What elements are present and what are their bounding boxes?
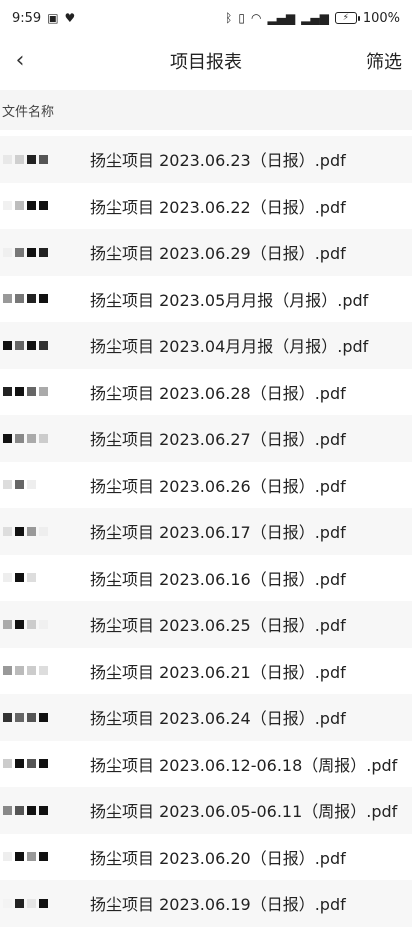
- file-thumbnail: [0, 841, 86, 873]
- file-row[interactable]: 扬尘项目 2023.06.25（日报）.pdf: [0, 601, 412, 648]
- file-name: 扬尘项目 2023.06.27（日报）.pdf: [90, 430, 346, 450]
- file-row[interactable]: 扬尘项目 2023.06.12-06.18（周报）.pdf: [0, 741, 412, 788]
- file-thumbnail: [0, 887, 86, 919]
- file-thumbnail: [0, 143, 86, 175]
- status-time: 9:59: [12, 10, 42, 26]
- file-row[interactable]: 扬尘项目 2023.06.27（日报）.pdf: [0, 415, 412, 462]
- page-title: 项目报表: [170, 52, 242, 73]
- file-row[interactable]: 扬尘项目 2023.06.22（日报）.pdf: [0, 183, 412, 230]
- bluetooth-icon: ᛒ: [225, 11, 233, 25]
- section-header: 文件名称: [0, 90, 412, 130]
- file-name: 扬尘项目 2023.06.20（日报）.pdf: [90, 848, 346, 868]
- file-name: 扬尘项目 2023.06.24（日报）.pdf: [90, 709, 346, 729]
- notification-icon: ▣: [47, 11, 59, 25]
- file-thumbnail: [0, 236, 86, 268]
- status-right: ᛒ ▯ ◠ ▂▄▆ ▂▄▆ ⚡ 100%: [225, 11, 412, 26]
- file-name: 扬尘项目 2023.06.26（日报）.pdf: [90, 476, 346, 496]
- file-row[interactable]: 扬尘项目 2023.06.26（日报）.pdf: [0, 462, 412, 509]
- file-thumbnail: [0, 329, 86, 361]
- file-row[interactable]: 扬尘项目 2023.06.29（日报）.pdf: [0, 229, 412, 276]
- status-left: 9:59 ▣ ♥: [0, 11, 75, 26]
- battery-icon: ⚡: [334, 12, 360, 24]
- file-name: 扬尘项目 2023.06.29（日报）.pdf: [90, 244, 346, 264]
- file-name: 扬尘项目 2023.06.12-06.18（周报）.pdf: [90, 755, 398, 775]
- chevron-left-icon: ‹: [15, 47, 25, 73]
- file-row[interactable]: 扬尘项目 2023.06.05-06.11（周报）.pdf: [0, 787, 412, 834]
- file-thumbnail: [0, 376, 86, 408]
- file-name: 扬尘项目 2023.06.21（日报）.pdf: [90, 662, 346, 682]
- file-thumbnail: [0, 608, 86, 640]
- filter-button[interactable]: 筛选: [366, 48, 402, 74]
- back-button[interactable]: ‹: [6, 46, 34, 74]
- file-name: 扬尘项目 2023.06.25（日报）.pdf: [90, 616, 346, 636]
- file-name: 扬尘项目 2023.06.05-06.11（周报）.pdf: [90, 802, 398, 822]
- file-thumbnail: [0, 190, 86, 222]
- file-row[interactable]: 扬尘项目 2023.06.20（日报）.pdf: [0, 834, 412, 881]
- file-thumbnail: [0, 701, 86, 733]
- file-thumbnail: [0, 655, 86, 687]
- file-name: 扬尘项目 2023.06.28（日报）.pdf: [90, 383, 346, 403]
- file-row[interactable]: 扬尘项目 2023.06.19（日报）.pdf: [0, 880, 412, 927]
- file-name: 扬尘项目 2023.06.22（日报）.pdf: [90, 197, 346, 217]
- file-thumbnail: [0, 283, 86, 315]
- file-row[interactable]: 扬尘项目 2023.06.17（日报）.pdf: [0, 508, 412, 555]
- file-name: 扬尘项目 2023.06.23（日报）.pdf: [90, 151, 346, 171]
- file-row[interactable]: 扬尘项目 2023.04月月报（月报）.pdf: [0, 322, 412, 369]
- file-thumbnail: [0, 748, 86, 780]
- battery-percent: 100%: [362, 10, 400, 26]
- heart-icon: ♥: [64, 11, 76, 25]
- file-name-column-label: 文件名称: [2, 104, 55, 120]
- file-list: 扬尘项目 2023.06.23（日报）.pdf 扬尘项目 2023.06.22（…: [0, 136, 412, 927]
- file-row[interactable]: 扬尘项目 2023.06.23（日报）.pdf: [0, 136, 412, 183]
- app-bar: ‹ 项目报表 筛选: [0, 36, 412, 86]
- file-row[interactable]: 扬尘项目 2023.06.24（日报）.pdf: [0, 694, 412, 741]
- file-row[interactable]: 扬尘项目 2023.06.16（日报）.pdf: [0, 555, 412, 602]
- file-row[interactable]: 扬尘项目 2023.05月月报（月报）.pdf: [0, 276, 412, 323]
- file-name: 扬尘项目 2023.06.19（日报）.pdf: [90, 895, 346, 915]
- file-name: 扬尘项目 2023.04月月报（月报）.pdf: [90, 337, 369, 357]
- file-row[interactable]: 扬尘项目 2023.06.21（日报）.pdf: [0, 648, 412, 695]
- signal-icon-1: ▂▄▆: [267, 11, 296, 25]
- signal-icon-2: ▂▄▆: [301, 11, 329, 25]
- file-thumbnail: [0, 422, 86, 454]
- file-name: 扬尘项目 2023.06.17（日报）.pdf: [90, 523, 346, 543]
- file-name: 扬尘项目 2023.05月月报（月报）.pdf: [90, 290, 369, 310]
- file-thumbnail: [0, 469, 86, 501]
- status-bar: 9:59 ▣ ♥ ᛒ ▯ ◠ ▂▄▆ ▂▄▆ ⚡ 100%: [0, 0, 412, 36]
- file-thumbnail: [0, 794, 86, 826]
- file-row[interactable]: 扬尘项目 2023.06.28（日报）.pdf: [0, 369, 412, 416]
- file-thumbnail: [0, 562, 86, 594]
- file-name: 扬尘项目 2023.06.16（日报）.pdf: [90, 569, 346, 589]
- wifi-icon: ◠: [250, 11, 262, 25]
- file-thumbnail: [0, 515, 86, 547]
- vibrate-icon: ▯: [238, 11, 245, 25]
